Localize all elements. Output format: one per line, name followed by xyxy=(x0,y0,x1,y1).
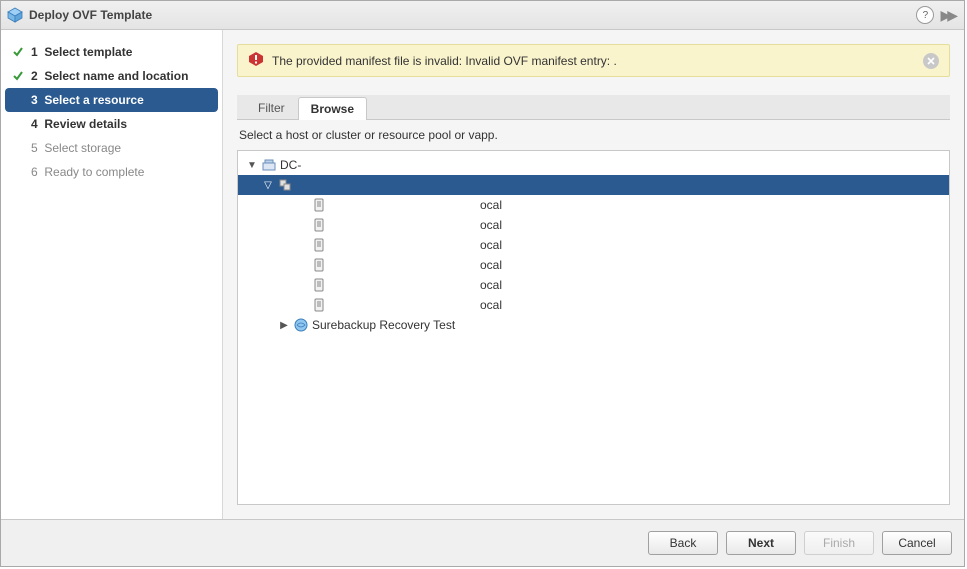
help-icon[interactable]: ? xyxy=(916,6,934,24)
instruction-text: Select a host or cluster or resource poo… xyxy=(239,128,950,142)
step-select-template[interactable]: 1 Select template xyxy=(1,40,222,64)
check-icon xyxy=(11,45,25,59)
tree-node-cluster[interactable]: ▽ xyxy=(238,175,949,195)
tree-node-host[interactable]: ocal xyxy=(238,215,949,235)
check-icon xyxy=(11,69,25,83)
ovf-cube-icon xyxy=(7,7,23,23)
wizard-steps: 1 Select template 2 Select name and loca… xyxy=(1,30,223,519)
tree-node-label: ocal xyxy=(330,258,502,272)
resource-tree[interactable]: ▼ DC- ▽ xyxy=(237,150,950,505)
datacenter-icon xyxy=(261,157,277,173)
step-select-name-location[interactable]: 2 Select name and location xyxy=(1,64,222,88)
step-select-storage: 5 Select storage xyxy=(1,136,222,160)
error-icon xyxy=(248,51,264,70)
step-review-details[interactable]: 4 Review details xyxy=(1,112,222,136)
back-button[interactable]: Back xyxy=(648,531,718,555)
tree-node-host[interactable]: ocal xyxy=(238,255,949,275)
host-icon xyxy=(311,237,327,253)
alert-message: The provided manifest file is invalid: I… xyxy=(272,54,915,68)
host-icon xyxy=(311,217,327,233)
tree-node-datacenter[interactable]: ▼ DC- xyxy=(238,155,949,175)
tab-browse[interactable]: Browse xyxy=(298,97,367,120)
tree-node-label: ocal xyxy=(330,298,502,312)
vapp-icon xyxy=(293,317,309,333)
expand-icon[interactable]: ▶ xyxy=(278,320,290,331)
host-icon xyxy=(311,257,327,273)
tree-node-label: DC- xyxy=(280,158,301,172)
tree-node-host[interactable]: ocal xyxy=(238,235,949,255)
tree-node-label: Surebackup Recovery Test xyxy=(312,318,455,332)
tab-filter[interactable]: Filter xyxy=(245,96,298,119)
titlebar: Deploy OVF Template ? ▶▶ xyxy=(1,1,964,30)
expand-arrows-icon[interactable]: ▶▶ xyxy=(940,7,958,24)
tree-node-label: ocal xyxy=(330,238,502,252)
right-pane: The provided manifest file is invalid: I… xyxy=(223,30,964,519)
alert-banner: The provided manifest file is invalid: I… xyxy=(237,44,950,77)
wizard-window: Deploy OVF Template ? ▶▶ 1 Select templa… xyxy=(0,0,965,567)
wizard-footer: Back Next Finish Cancel xyxy=(1,519,964,566)
cluster-icon xyxy=(277,177,293,193)
cancel-button[interactable]: Cancel xyxy=(882,531,952,555)
host-icon xyxy=(311,297,327,313)
tree-node-host[interactable]: ocal xyxy=(238,275,949,295)
collapse-icon[interactable]: ▽ xyxy=(262,180,274,191)
tree-node-label: ocal xyxy=(330,198,502,212)
tree-node-host[interactable]: ocal xyxy=(238,195,949,215)
window-title: Deploy OVF Template xyxy=(29,8,910,22)
next-button[interactable]: Next xyxy=(726,531,796,555)
tree-node-label: ocal xyxy=(330,278,502,292)
close-icon[interactable] xyxy=(923,53,939,69)
step-ready-complete: 6 Ready to complete xyxy=(1,160,222,184)
tree-node-vapp[interactable]: ▶ Surebackup Recovery Test xyxy=(238,315,949,335)
tab-body-browse: Select a host or cluster or resource poo… xyxy=(237,120,950,519)
tree-node-host[interactable]: ocal xyxy=(238,295,949,315)
collapse-icon[interactable]: ▼ xyxy=(246,160,258,171)
tree-node-label: ocal xyxy=(330,218,502,232)
finish-button: Finish xyxy=(804,531,874,555)
tab-strip: Filter Browse xyxy=(237,95,950,120)
host-icon xyxy=(311,277,327,293)
step-select-resource[interactable]: 3 Select a resource xyxy=(5,88,218,112)
host-icon xyxy=(311,197,327,213)
